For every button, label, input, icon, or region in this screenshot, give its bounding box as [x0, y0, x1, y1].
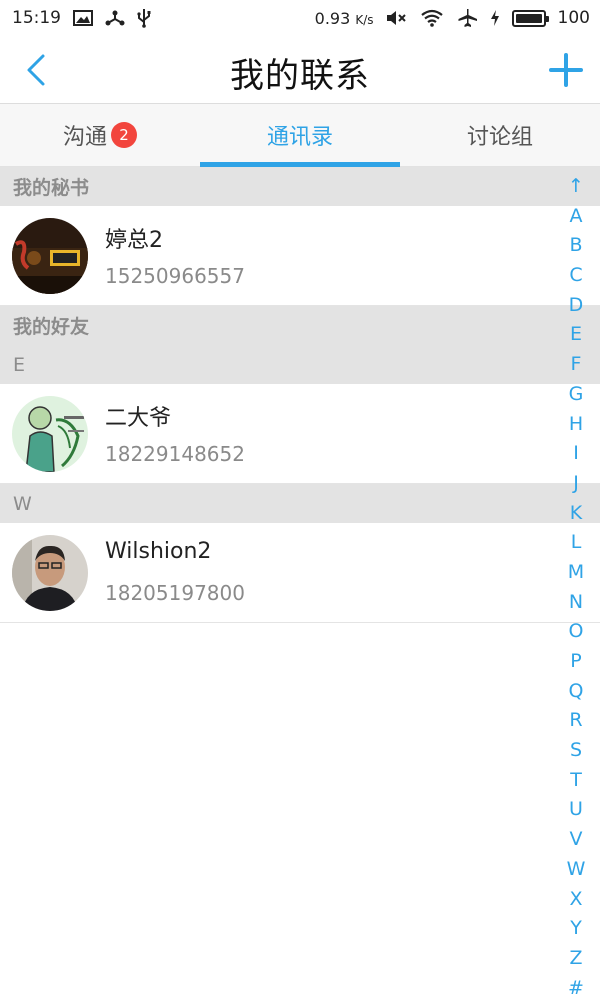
index-letter-z[interactable]: Z [569, 944, 582, 974]
contact-name: 二大爷 [105, 406, 172, 431]
contact-phone: 15250966557 [105, 264, 245, 288]
contact-name: 婷总2 [105, 228, 163, 253]
contact-row[interactable]: 婷总2 15250966557 [0, 206, 600, 306]
index-letter-l[interactable]: L [571, 528, 582, 558]
contact-row[interactable]: Wilshion2 18205197800 [0, 523, 600, 623]
tab-contacts[interactable]: 通讯录 [200, 104, 400, 167]
index-scroll-top[interactable]: ↑ [568, 172, 584, 202]
index-letter-e[interactable]: E [570, 320, 582, 350]
index-letter-a[interactable]: A [570, 202, 583, 232]
letter-header-w: W [0, 484, 600, 523]
add-contact-button[interactable] [546, 50, 586, 90]
contact-name: Wilshion2 [105, 539, 212, 564]
index-letter-k[interactable]: K [570, 499, 582, 529]
battery-fill [515, 13, 542, 23]
index-letter-d[interactable]: D [569, 291, 584, 321]
image-notification-icon [73, 10, 93, 26]
index-letter-i[interactable]: I [573, 439, 579, 469]
index-letter-f[interactable]: F [571, 350, 582, 380]
index-letter-b[interactable]: B [569, 231, 582, 261]
avatar [12, 218, 88, 294]
section-header-friends: 我的好友 [0, 306, 600, 345]
contact-row[interactable]: 二大爷 18229148652 [0, 384, 600, 484]
avatar [12, 535, 88, 611]
index-letter-u[interactable]: U [569, 795, 583, 825]
tab-discussion-label: 讨论组 [466, 125, 533, 150]
battery-icon [511, 9, 549, 27]
index-letter-s[interactable]: S [570, 736, 582, 766]
status-bar: 15:19 0.93 K/s 100 [0, 0, 600, 36]
tab-contacts-label: 通讯录 [266, 125, 333, 150]
plus-icon [549, 53, 583, 87]
app-header: 我的联系 [0, 36, 600, 104]
contact-list: 我的秘书 婷总2 15250966557 我的好友 E 二大爷 18229148… [0, 167, 600, 623]
section-header-secretary: 我的秘书 [0, 167, 600, 206]
tab-bar: 沟通 2 通讯录 讨论组 [0, 104, 600, 167]
index-letter-t[interactable]: T [570, 766, 582, 796]
contact-phone: 18229148652 [105, 442, 245, 466]
page-title: 我的联系 [230, 56, 370, 96]
unread-badge: 2 [111, 122, 137, 148]
index-letter-w[interactable]: W [567, 855, 586, 885]
index-letter-q[interactable]: Q [569, 677, 584, 707]
index-letter-p[interactable]: P [570, 647, 581, 677]
index-letter-x[interactable]: X [569, 885, 582, 915]
index-letter-v[interactable]: V [570, 825, 583, 855]
network-speed-value: 0.93 [314, 8, 351, 28]
index-letter-m[interactable]: M [568, 558, 584, 588]
index-letter-h[interactable]: H [569, 410, 583, 440]
network-speed-unit: K/s [355, 12, 374, 27]
letter-header-e: E [0, 345, 600, 384]
wifi-icon [420, 9, 444, 27]
index-letter-g[interactable]: G [569, 380, 584, 410]
index-letter-o[interactable]: O [569, 617, 584, 647]
contact-phone: 18205197800 [105, 581, 245, 605]
charging-icon [490, 9, 500, 27]
status-bar-right: 0.93 K/s 100 [315, 8, 590, 28]
network-speed: 0.93 K/s [315, 9, 374, 28]
tab-chat[interactable]: 沟通 2 [0, 104, 200, 166]
mute-icon [386, 9, 408, 27]
tab-chat-label: 沟通 [62, 125, 107, 150]
index-letter-c[interactable]: C [569, 261, 582, 291]
tab-discussion-groups[interactable]: 讨论组 [400, 104, 600, 166]
alphabet-index-bar[interactable]: ↑ A B C D E F G H I J K L M N O P Q R S … [562, 172, 590, 1000]
usb-icon [137, 8, 151, 28]
battery-level: 100 [557, 8, 590, 28]
index-letter-j[interactable]: J [573, 469, 579, 499]
share-network-icon [105, 9, 125, 27]
avatar [12, 396, 88, 472]
status-time: 15:19 [12, 8, 61, 28]
index-letter-y[interactable]: Y [570, 914, 582, 944]
status-bar-left: 15:19 [12, 8, 151, 28]
airplane-mode-icon [456, 8, 478, 28]
index-letter-r[interactable]: R [569, 706, 582, 736]
index-letter-n[interactable]: N [569, 588, 583, 618]
index-letter-hash[interactable]: # [568, 974, 584, 1000]
